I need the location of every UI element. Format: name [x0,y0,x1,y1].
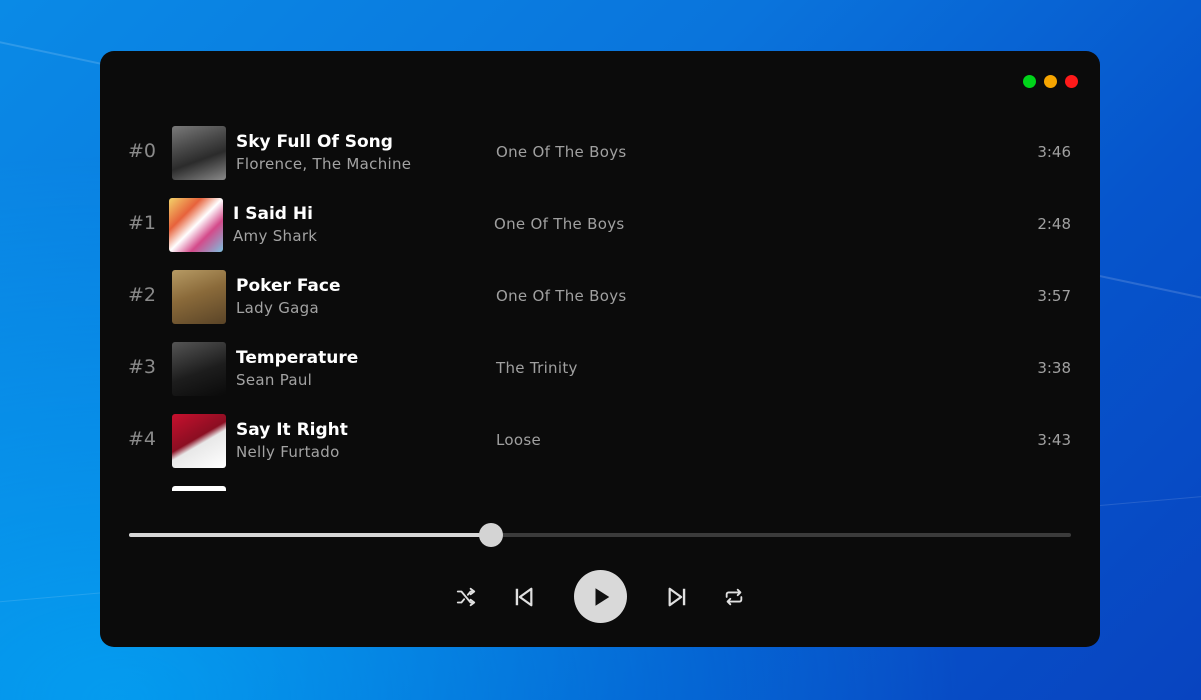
track-title: I Said Hi [233,204,313,224]
album-cover [172,414,226,468]
seek-progress [129,533,491,537]
seek-bar[interactable] [129,523,1071,547]
track-list[interactable]: #0 Sky Full Of Song Florence, The Machin… [100,119,1100,491]
seek-thumb[interactable] [478,523,503,547]
album-cover [172,342,226,396]
track-title: Sky Full Of Song [236,132,393,152]
track-album: One Of The Boys [496,143,627,161]
track-row[interactable]: #4 Say It Right Nelly Furtado Loose 3:43 [100,407,1100,479]
repeat-button[interactable] [722,585,746,609]
track-row[interactable]: #3 Temperature Sean Paul The Trinity 3:3… [100,335,1100,407]
skip-previous-icon [515,587,533,607]
playback-controls [100,570,1100,624]
track-album: Loose [496,431,541,449]
play-icon [595,587,609,606]
track-number: #1 [128,212,157,234]
track-album: One Of The Boys [496,287,627,305]
track-meta: I Said Hi Amy Shark [233,203,317,247]
shuffle-icon [456,587,476,607]
track-number: #0 [128,140,157,162]
track-artist: Nelly Furtado [236,443,340,461]
track-title: Poker Face [236,276,341,296]
track-duration: 2:48 [1037,215,1071,233]
track-row[interactable]: #0 Sky Full Of Song Florence, The Machin… [100,119,1100,191]
track-title: Say It Right [236,420,348,440]
skip-next-button[interactable] [665,585,689,609]
close-button[interactable] [1065,75,1078,88]
track-artist: Sean Paul [236,371,313,389]
music-player-window: #0 Sky Full Of Song Florence, The Machin… [100,51,1100,647]
track-artist: Amy Shark [233,227,318,245]
track-meta: Sky Full Of Song Florence, The Machine [236,131,411,175]
track-duration: 3:57 [1037,287,1071,305]
track-row[interactable]: #2 Poker Face Lady Gaga One Of The Boys … [100,263,1100,335]
album-cover [172,126,226,180]
track-duration: 3:38 [1037,359,1071,377]
track-number: #4 [128,428,157,450]
track-meta: Poker Face Lady Gaga [236,275,341,319]
track-row-partial[interactable] [100,479,1100,491]
skip-previous-button[interactable] [512,585,536,609]
window-controls [1023,75,1078,88]
track-duration: 3:46 [1037,143,1071,161]
repeat-icon [725,588,743,606]
minimize-button[interactable] [1044,75,1057,88]
play-button[interactable] [574,570,627,623]
track-meta: Temperature Sean Paul [236,347,358,391]
track-number: #2 [128,284,157,306]
shuffle-button[interactable] [454,585,478,609]
album-cover [172,270,226,324]
album-cover [169,198,223,252]
skip-next-icon [668,587,686,607]
track-artist: Florence, The Machine [236,155,412,173]
album-cover [172,486,226,491]
track-title: Temperature [236,348,359,368]
track-meta: Say It Right Nelly Furtado [236,419,348,463]
track-album: The Trinity [496,359,578,377]
track-artist: Lady Gaga [236,299,319,317]
track-row[interactable]: #1 I Said Hi Amy Shark One Of The Boys 2… [100,191,1100,263]
track-album: One Of The Boys [494,215,625,233]
maximize-button[interactable] [1023,75,1036,88]
track-duration: 3:43 [1037,431,1071,449]
track-number: #3 [128,356,157,378]
